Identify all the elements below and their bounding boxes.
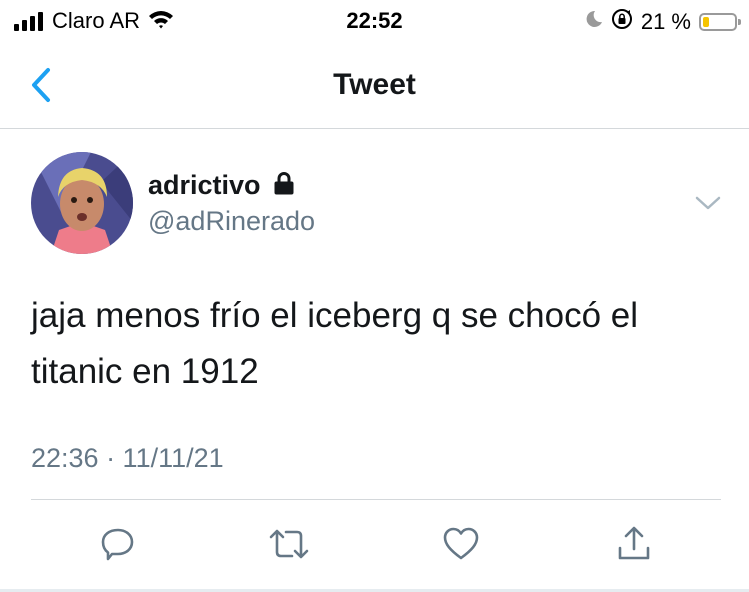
page-title: Tweet — [333, 68, 416, 101]
tweet-timestamp[interactable]: 22:36 · 11/11/21 — [31, 443, 224, 474]
reply-button[interactable] — [94, 520, 142, 568]
navigation-bar: Tweet — [0, 42, 749, 129]
display-name[interactable]: adrictivo — [148, 170, 261, 201]
user-handle[interactable]: @adRinerado — [148, 206, 315, 237]
divider — [31, 499, 721, 500]
share-button[interactable] — [610, 520, 658, 568]
like-button[interactable] — [437, 520, 485, 568]
battery-icon — [699, 12, 741, 31]
status-bar: Claro AR 22:52 21 % — [0, 0, 749, 42]
share-icon — [618, 526, 650, 560]
moon-icon — [585, 10, 603, 33]
retweet-icon — [269, 529, 309, 559]
tweet-options-button[interactable] — [694, 194, 722, 217]
tweet-text: jaja menos frío el iceberg q se chocó el… — [31, 296, 638, 391]
battery-percent: 21 % — [640, 8, 691, 34]
rotation-lock-icon — [611, 8, 633, 35]
heart-icon — [443, 527, 479, 560]
lock-icon — [271, 170, 297, 201]
chevron-down-icon — [695, 196, 721, 210]
retweet-button[interactable] — [265, 520, 313, 568]
reply-icon — [101, 528, 134, 561]
avatar[interactable] — [31, 152, 133, 254]
